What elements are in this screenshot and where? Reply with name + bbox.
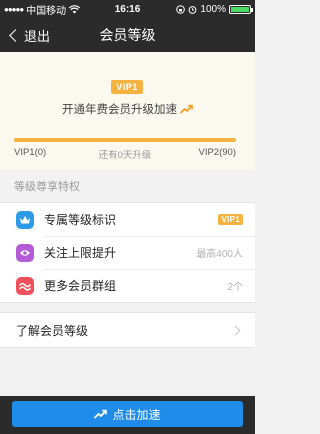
privilege-label: 更多会员群组: [44, 279, 117, 293]
privileges-header: 等级尊享特权: [14, 181, 80, 193]
vip-level-badge: VIP1: [111, 80, 143, 94]
follow-eye-icon: [16, 243, 34, 262]
next-level-label: VIP2(90): [198, 147, 237, 158]
battery-fill: [231, 6, 249, 12]
learn-more-label: 了解会员等级: [16, 323, 89, 338]
battery-icon: [229, 4, 253, 14]
privilege-item-level-badge[interactable]: 专属等级标识 VIP1: [0, 203, 255, 236]
level-progress-bar: [14, 138, 236, 142]
privilege-item-follow-limit[interactable]: 关注上限提升 最高400人: [0, 236, 255, 269]
upgrade-message: 开通年费会员升级加速: [0, 101, 255, 117]
privilege-vip-badge: VIP1: [218, 214, 243, 225]
crown-icon: [16, 210, 34, 229]
lock-rotation-icon: [176, 4, 186, 14]
status-right: 100%: [176, 3, 253, 15]
status-left: ●●●●● 中国移动: [4, 2, 81, 17]
trend-up-icon: [180, 104, 193, 114]
privilege-value: 最高400人: [196, 249, 243, 260]
privilege-value: 2个: [227, 282, 243, 293]
privileges-list: 专属等级标识 VIP1 关注上限提升 最高400人 更多会员群组 2个: [0, 202, 255, 303]
upgrade-message-text: 开通年费会员升级加速: [62, 104, 177, 116]
trend-up-icon: [94, 409, 108, 419]
carrier-label: 中国移动: [26, 5, 67, 17]
chevron-right-icon: [230, 325, 241, 335]
accelerate-button-label: 点击加速: [112, 407, 161, 422]
bottom-bar: 点击加速: [0, 396, 255, 434]
privilege-label: 专属等级标识: [44, 213, 117, 227]
alarm-icon: [189, 5, 197, 14]
privilege-label: 关注上限提升: [44, 246, 117, 260]
learn-member-levels-row[interactable]: 了解会员等级: [0, 312, 255, 348]
back-button[interactable]: 退出: [8, 18, 50, 52]
signal-icon: ●●●●●: [4, 4, 24, 14]
chevron-left-icon: [9, 28, 22, 42]
group-wave-icon: [16, 276, 34, 295]
level-summary: VIP1 开通年费会员升级加速 VIP1(0) 还有0天升级 VIP2(90): [0, 52, 255, 170]
accelerate-button[interactable]: 点击加速: [12, 401, 243, 427]
back-label: 退出: [24, 28, 51, 44]
battery-percent: 100%: [200, 3, 226, 15]
privilege-item-member-groups[interactable]: 更多会员群组 2个: [0, 269, 255, 302]
navigation-bar: 退出 会员等级: [0, 18, 255, 52]
level-progress-fill: [14, 138, 236, 142]
status-bar: ●●●●● 中国移动 16:16 100%: [0, 0, 255, 18]
wifi-icon: [69, 4, 81, 13]
